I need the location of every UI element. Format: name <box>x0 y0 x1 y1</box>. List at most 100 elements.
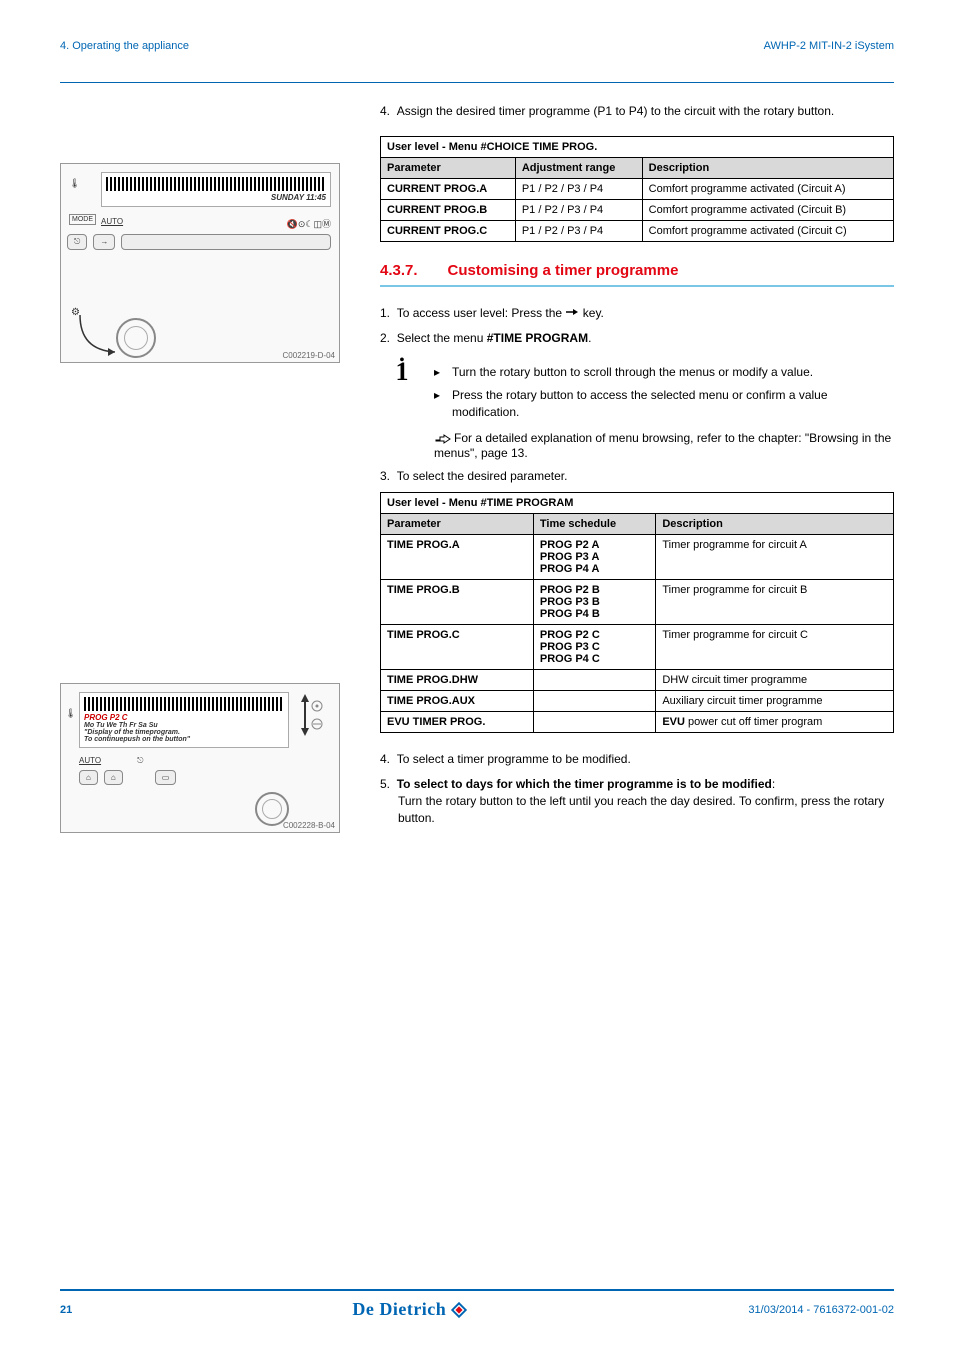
doc-id: 31/03/2014 - 7616372-001-02 <box>748 1304 894 1316</box>
cell: Timer programme for circuit B <box>656 580 894 625</box>
table-row: TIME PROG.B PROG P2 B PROG P3 B PROG P4 … <box>381 580 894 625</box>
table-row: TIME PROG.C PROG P2 C PROG P3 C PROG P4 … <box>381 625 894 670</box>
table2-title: User level - Menu #TIME PROGRAM <box>381 493 894 514</box>
time-program-table: User level - Menu #TIME PROGRAM Paramete… <box>380 492 894 733</box>
right-arrow-icon <box>565 307 579 317</box>
footer-rule <box>60 1289 894 1291</box>
table-row: CURRENT PROG.A P1 / P2 / P3 / P4 Comfort… <box>381 178 894 199</box>
control-panel-diagram-2: PROG P2 C Mo Tu We Th Fr Sa Su "Display … <box>60 683 340 833</box>
arrow-button-icon: → <box>93 234 115 250</box>
table2-col-parameter: Parameter <box>381 514 534 535</box>
table1-col-range: Adjustment range <box>515 157 642 178</box>
step-5-body: Turn the rotary button to the left until… <box>398 793 894 827</box>
diagram-code-1: C002219-D-04 <box>283 351 335 360</box>
info-note: For a detailed explanation of menu brows… <box>434 431 894 460</box>
step-2-text-a: Select the menu <box>397 331 487 345</box>
exit-button-icon: ⎋ <box>67 234 87 250</box>
table2-col-desc: Description <box>656 514 894 535</box>
step-2-menu: #TIME PROGRAM <box>487 331 588 345</box>
step-2: 2. Select the menu #TIME PROGRAM. <box>380 330 894 347</box>
page-number: 21 <box>60 1304 72 1316</box>
table-row: TIME PROG.DHW DHW circuit timer programm… <box>381 670 894 691</box>
step-3: 3. To select the desired parameter. <box>380 468 894 485</box>
cell: P1 / P2 / P3 / P4 <box>515 220 642 241</box>
left-column: SUNDAY 11:45 🌡 MODE AUTO 🔇⊙☾◫Ⓜ ⎋ → ⚙ C00… <box>60 103 360 835</box>
step-4-top-text: Assign the desired timer programme (P1 t… <box>397 104 835 118</box>
brand-logo: De Dietrich <box>352 1299 468 1320</box>
cell: CURRENT PROG.C <box>387 225 487 237</box>
choice-time-prog-table: User level - Menu #CHOICE TIME PROG. Par… <box>380 136 894 242</box>
diamond-icon <box>450 1301 468 1319</box>
cell <box>533 670 655 691</box>
cell: P1 / P2 / P3 / P4 <box>515 178 642 199</box>
table-row: EVU TIMER PROG. EVU power cut off timer … <box>381 712 894 733</box>
table1-col-parameter: Parameter <box>381 157 516 178</box>
cell: Comfort programme activated (Circuit C) <box>642 220 893 241</box>
step-1-text-b: key. <box>579 306 603 320</box>
header-section: 4. Operating the appliance <box>60 40 189 52</box>
cell: TIME PROG.DHW <box>387 674 478 686</box>
cell: Auxiliary circuit timer programme <box>656 691 894 712</box>
section-underline <box>380 285 894 287</box>
step-5-bold: To select to days for which the timer pr… <box>397 777 772 791</box>
step-4-top: 4. Assign the desired timer programme (P… <box>380 103 894 120</box>
cell: Timer programme for circuit A <box>656 535 894 580</box>
table2-col-schedule: Time schedule <box>533 514 655 535</box>
lcd-prog: PROG P2 C <box>84 713 284 722</box>
cell: TIME PROG.C <box>387 629 460 641</box>
mode-label: MODE <box>69 214 96 225</box>
cell: EVU power cut off timer program <box>656 712 894 733</box>
control-panel-diagram-1: SUNDAY 11:45 🌡 MODE AUTO 🔇⊙☾◫Ⓜ ⎋ → ⚙ C00… <box>60 163 340 363</box>
step-4-text: To select a timer programme to be modifi… <box>397 752 631 766</box>
cell: P1 / P2 / P3 / P4 <box>515 199 642 220</box>
step-1: 1. To access user level: Press the key. <box>380 305 894 322</box>
cell: Timer programme for circuit C <box>656 625 894 670</box>
pointing-hand-icon <box>434 432 452 446</box>
info-bullet-1: Turn the rotary button to scroll through… <box>434 364 894 381</box>
lcd-time: SUNDAY 11:45 <box>106 193 326 202</box>
cell: TIME PROG.AUX <box>387 695 475 707</box>
table-row: CURRENT PROG.C P1 / P2 / P3 / P4 Comfort… <box>381 220 894 241</box>
updown-arrow-icon <box>299 692 323 738</box>
cell: PROG P2 A PROG P3 A PROG P4 A <box>540 539 600 575</box>
step-2-text-c: . <box>588 331 591 345</box>
cell: EVU TIMER PROG. <box>387 716 485 728</box>
header-rule <box>60 82 894 83</box>
auto-label: AUTO <box>101 217 123 230</box>
cell: CURRENT PROG.A <box>387 183 487 195</box>
header-product: AWHP-2 MIT-IN-2 iSystem <box>764 40 894 52</box>
info-note-text: For a detailed explanation of menu brows… <box>434 431 891 460</box>
info-block: 1 Turn the rotary button to scroll throu… <box>380 354 894 459</box>
step-3-text: To select the desired parameter. <box>397 469 568 483</box>
cell: PROG P2 C PROG P3 C PROG P4 C <box>540 629 600 665</box>
cell <box>533 712 655 733</box>
table-row: TIME PROG.A PROG P2 A PROG P3 A PROG P4 … <box>381 535 894 580</box>
step-4-bottom: 4. To select a timer programme to be mod… <box>380 751 894 768</box>
cell: TIME PROG.B <box>387 584 460 596</box>
btn-icon-c: ▭ <box>155 770 177 785</box>
table-row: TIME PROG.AUX Auxiliary circuit timer pr… <box>381 691 894 712</box>
cell: PROG P2 B PROG P3 B PROG P4 B <box>540 584 600 620</box>
brand-name: De Dietrich <box>352 1299 446 1320</box>
section-437-heading: 4.3.7. Customising a timer programme <box>380 262 894 279</box>
section-number: 4.3.7. <box>380 262 418 279</box>
info-icon: 1 <box>390 354 414 380</box>
btn-icon-a: ⌂ <box>79 770 98 785</box>
cell: Comfort programme activated (Circuit B) <box>642 199 893 220</box>
step-1-text-a: To access user level: Press the <box>397 306 566 320</box>
cell-rest: power cut off timer program <box>685 716 822 728</box>
right-column: 4. Assign the desired timer programme (P… <box>380 103 894 835</box>
page-footer: 21 De Dietrich 31/03/2014 - 7616372-001-… <box>60 1289 894 1320</box>
section-title-text: Customising a timer programme <box>448 262 679 279</box>
auto-label-2: AUTO <box>79 756 101 766</box>
cell-bold: EVU <box>662 716 685 728</box>
lcd-days: Mo Tu We Th Fr Sa Su <box>84 722 284 729</box>
blank-button <box>121 234 331 250</box>
cell: Comfort programme activated (Circuit A) <box>642 178 893 199</box>
btn-icon-b: ⌂ <box>104 770 123 785</box>
info-bullet-2: Press the rotary button to access the se… <box>434 387 894 421</box>
lcd-msg2: To continuepush on the button" <box>84 736 284 743</box>
lcd-msg1: "Display of the timeprogram. <box>84 729 284 736</box>
page-header: 4. Operating the appliance AWHP-2 MIT-IN… <box>60 40 894 83</box>
cell: CURRENT PROG.B <box>387 204 487 216</box>
